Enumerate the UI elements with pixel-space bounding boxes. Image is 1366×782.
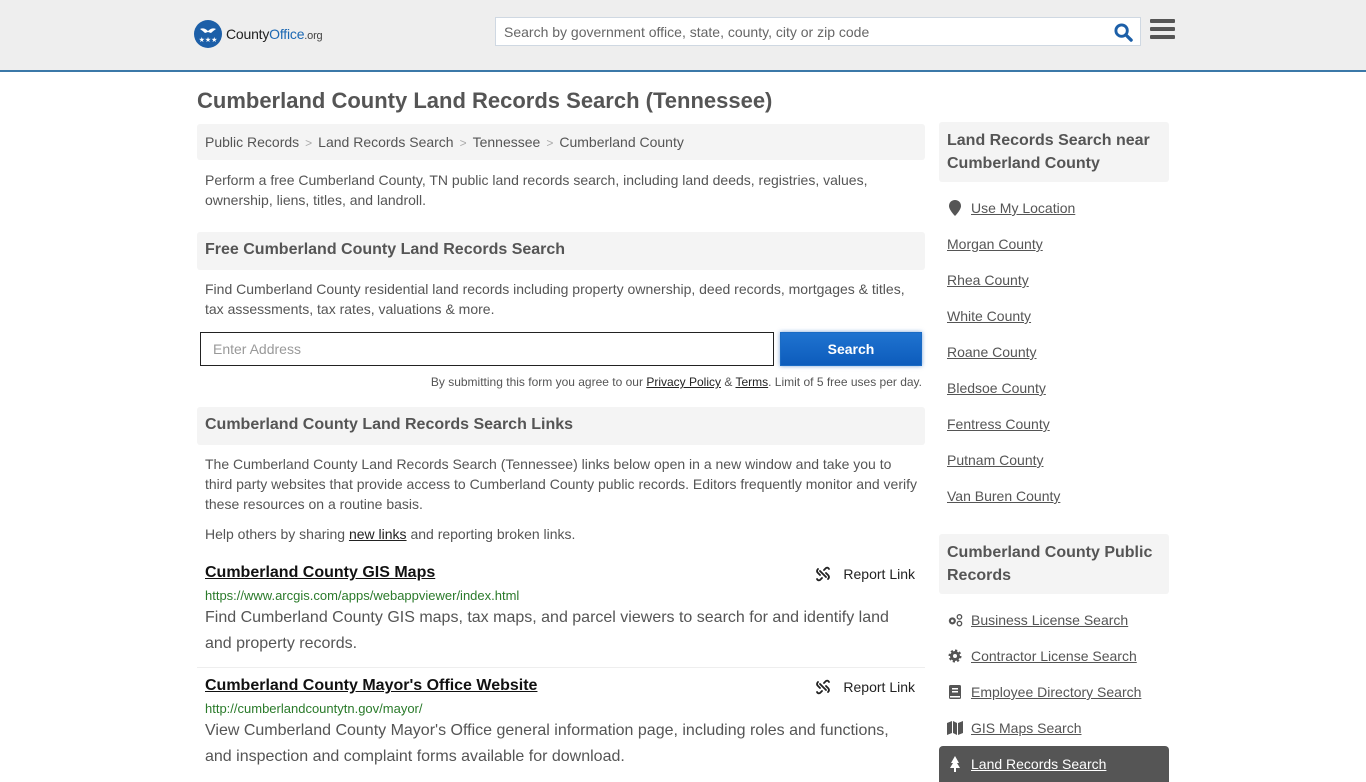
use-my-location-link[interactable]: Use My Location bbox=[971, 200, 1075, 216]
resource-link-title[interactable]: Cumberland County GIS Maps bbox=[205, 564, 435, 582]
nearby-county-item: Putnam County bbox=[947, 442, 1161, 478]
address-search-form: Search bbox=[197, 332, 925, 366]
nearby-county-link[interactable]: Putnam County bbox=[947, 452, 1044, 468]
site-logo[interactable]: ★★★ CountyOffice.org bbox=[194, 20, 323, 48]
breadcrumb-cumberland-county[interactable]: Cumberland County bbox=[559, 134, 684, 150]
nearby-county-item: Van Buren County bbox=[947, 478, 1161, 514]
public-record-item-active: Land Records Search bbox=[939, 746, 1169, 782]
nearby-county-item: Morgan County bbox=[947, 226, 1161, 262]
logo-text: CountyOffice.org bbox=[226, 26, 323, 42]
resource-description: Find Cumberland County GIS maps, tax map… bbox=[205, 609, 889, 652]
nearby-list: Use My Location Morgan County Rhea Count… bbox=[939, 190, 1169, 514]
nearby-county-link[interactable]: Van Buren County bbox=[947, 488, 1060, 504]
breadcrumb-tennessee[interactable]: Tennessee bbox=[473, 134, 541, 150]
page-title: Cumberland County Land Records Search (T… bbox=[197, 88, 773, 113]
help-text: Help others by sharing new links and rep… bbox=[197, 524, 925, 544]
resource-link-item: Cumberland County GIS Maps Report Link h… bbox=[197, 564, 925, 668]
nearby-county-link[interactable]: Roane County bbox=[947, 344, 1037, 360]
tree-icon bbox=[947, 756, 963, 772]
gear-icon bbox=[947, 649, 963, 663]
contractor-license-link[interactable]: Contractor License Search bbox=[971, 648, 1137, 664]
report-link-label: Report Link bbox=[843, 566, 915, 582]
book-icon bbox=[947, 685, 963, 699]
resource-description: View Cumberland County Mayor's Office ge… bbox=[205, 722, 889, 765]
free-search-section: Free Cumberland County Land Records Sear… bbox=[197, 232, 925, 389]
eagle-logo-icon: ★★★ bbox=[194, 20, 222, 48]
public-record-item: GIS Maps Search bbox=[947, 710, 1161, 746]
gis-maps-link[interactable]: GIS Maps Search bbox=[971, 720, 1082, 736]
broken-link-icon bbox=[816, 566, 831, 582]
map-icon bbox=[947, 721, 963, 735]
help-suffix: and reporting broken links. bbox=[406, 526, 576, 542]
intro-text: Perform a free Cumberland County, TN pub… bbox=[205, 172, 868, 208]
svg-text:★★★: ★★★ bbox=[199, 36, 218, 44]
breadcrumb-public-records[interactable]: Public Records bbox=[205, 134, 299, 150]
cogs-icon bbox=[947, 613, 963, 627]
nearby-county-link[interactable]: Fentress County bbox=[947, 416, 1050, 432]
public-record-item: Employee Directory Search bbox=[947, 674, 1161, 710]
terms-link[interactable]: Terms bbox=[735, 375, 768, 389]
land-records-link[interactable]: Land Records Search bbox=[971, 756, 1106, 772]
breadcrumb-land-records-search[interactable]: Land Records Search bbox=[318, 134, 453, 150]
report-link-button[interactable]: Report Link bbox=[815, 679, 915, 695]
search-icon[interactable] bbox=[1114, 23, 1133, 42]
nearby-heading: Land Records Search near Cumberland Coun… bbox=[939, 122, 1169, 182]
privacy-policy-link[interactable]: Privacy Policy bbox=[646, 375, 721, 389]
nearby-county-item: Bledsoe County bbox=[947, 370, 1161, 406]
address-search-button[interactable]: Search bbox=[780, 332, 922, 366]
breadcrumb-separator: > bbox=[546, 136, 554, 150]
nearby-county-link[interactable]: Bledsoe County bbox=[947, 380, 1046, 396]
nearby-county-item: White County bbox=[947, 298, 1161, 334]
breadcrumb: Public Records > Land Records Search > Tenne… bbox=[197, 124, 925, 160]
links-heading: Cumberland County Land Records Search Li… bbox=[197, 407, 925, 445]
nearby-county-link[interactable]: Morgan County bbox=[947, 236, 1043, 252]
public-record-item: Business License Search bbox=[947, 602, 1161, 638]
site-search-input[interactable] bbox=[496, 18, 1096, 45]
resource-url: https://www.arcgis.com/apps/webappviewer… bbox=[205, 588, 520, 603]
disclaimer-amp: & bbox=[721, 375, 736, 389]
nearby-county-item: Roane County bbox=[947, 334, 1161, 370]
nearby-county-link[interactable]: White County bbox=[947, 308, 1031, 324]
links-section: Cumberland County Land Records Search Li… bbox=[197, 407, 925, 770]
links-description: The Cumberland County Land Records Searc… bbox=[205, 456, 918, 512]
main-content: Public Records > Land Records Search > Tenne… bbox=[197, 124, 925, 770]
broken-link-icon bbox=[816, 679, 831, 695]
report-link-button[interactable]: Report Link bbox=[815, 566, 915, 582]
nearby-county-link[interactable]: Rhea County bbox=[947, 272, 1029, 288]
map-marker-icon bbox=[947, 200, 963, 216]
free-search-description: Find Cumberland County residential land … bbox=[205, 281, 905, 317]
sidebar: Land Records Search near Cumberland Coun… bbox=[939, 122, 1169, 782]
nearby-county-item: Rhea County bbox=[947, 262, 1161, 298]
site-header: ★★★ CountyOffice.org bbox=[0, 0, 1366, 72]
help-prefix: Help others by sharing bbox=[205, 526, 349, 542]
breadcrumb-separator: > bbox=[305, 136, 313, 150]
public-records-list: Business License Search Contractor Licen… bbox=[939, 602, 1169, 782]
business-license-link[interactable]: Business License Search bbox=[971, 612, 1128, 628]
breadcrumb-separator: > bbox=[459, 136, 467, 150]
public-records-section: Cumberland County Public Records Busines… bbox=[939, 534, 1169, 782]
public-record-item: Contractor License Search bbox=[947, 638, 1161, 674]
report-link-label: Report Link bbox=[843, 679, 915, 695]
form-disclaimer: By submitting this form you agree to our… bbox=[197, 375, 925, 389]
disclaimer-limit-text: . Limit of 5 free uses per day. bbox=[768, 375, 922, 389]
site-search bbox=[495, 17, 1141, 46]
resource-link-item: Cumberland County Mayor's Office Website… bbox=[197, 677, 925, 770]
public-records-heading: Cumberland County Public Records bbox=[939, 534, 1169, 594]
free-search-heading: Free Cumberland County Land Records Sear… bbox=[197, 232, 925, 270]
new-links-link[interactable]: new links bbox=[349, 526, 407, 542]
resource-url: http://cumberlandcountytn.gov/mayor/ bbox=[205, 701, 423, 716]
hamburger-menu-icon[interactable] bbox=[1150, 19, 1175, 41]
use-location-item: Use My Location bbox=[947, 190, 1161, 226]
address-input[interactable] bbox=[200, 332, 774, 366]
resource-link-title[interactable]: Cumberland County Mayor's Office Website bbox=[205, 677, 537, 695]
disclaimer-text: By submitting this form you agree to our bbox=[430, 375, 647, 389]
nearby-county-item: Fentress County bbox=[947, 406, 1161, 442]
employee-directory-link[interactable]: Employee Directory Search bbox=[971, 684, 1141, 700]
